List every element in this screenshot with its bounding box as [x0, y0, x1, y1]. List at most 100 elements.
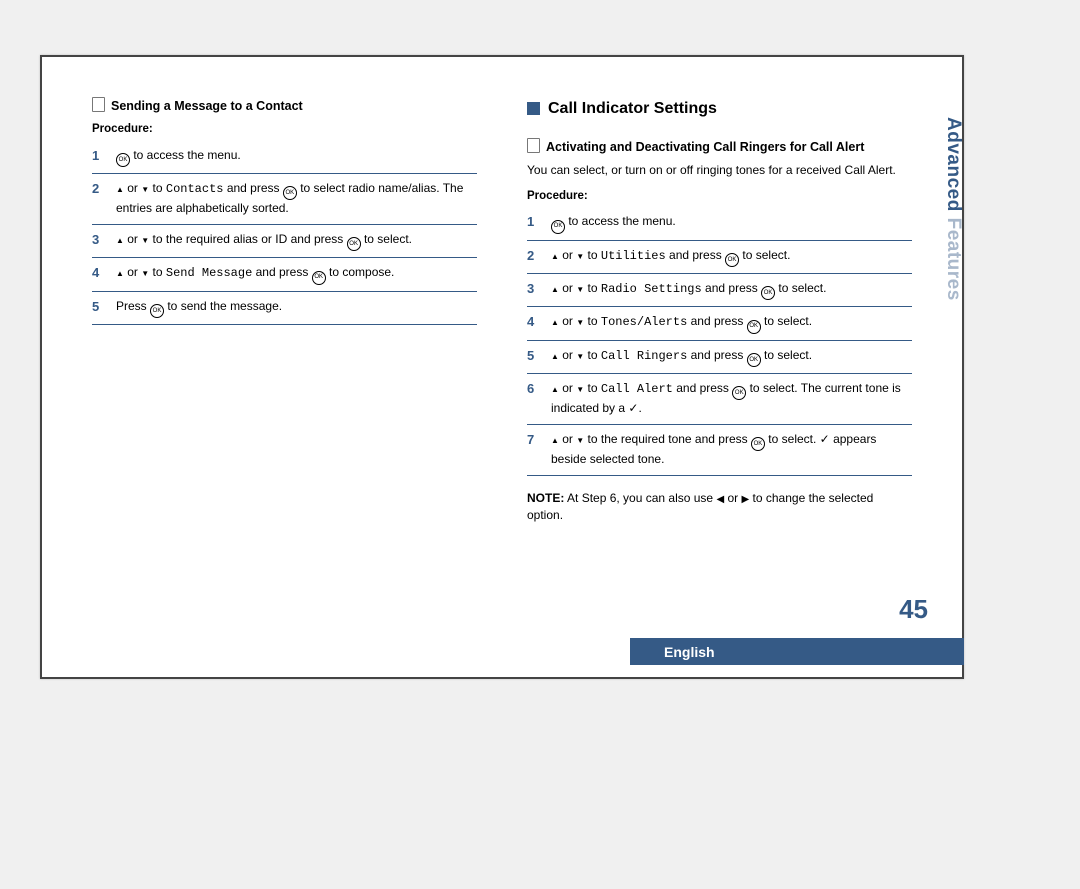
ok-icon: OK — [283, 186, 297, 200]
left-subheading: Sending a Message to a Contact — [92, 97, 477, 115]
step-number: 1 — [527, 213, 541, 232]
ok-icon: OK — [725, 253, 739, 267]
section-title-text: Call Indicator Settings — [548, 97, 717, 120]
check-icon — [820, 432, 830, 446]
note-block: NOTE: At Step 6, you can also use or to … — [527, 490, 912, 525]
step-body: or to Contacts and press OK to select ra… — [116, 180, 477, 218]
mono-text: Contacts — [166, 182, 224, 196]
procedure-step: 5 or to Call Ringers and press OK to sel… — [527, 341, 912, 374]
up-arrow-icon — [116, 232, 124, 246]
procedure-label: Procedure: — [92, 121, 477, 138]
side-tab-primary: Advanced — [943, 117, 964, 212]
step-body: or to Send Message and press OK to compo… — [116, 264, 477, 284]
left-arrow-icon — [716, 491, 724, 505]
mono-text: Tones/Alerts — [601, 315, 687, 329]
up-arrow-icon — [116, 181, 124, 195]
step-number: 4 — [92, 264, 106, 283]
step-number: 1 — [92, 147, 106, 166]
step-body: or to Radio Settings and press OK to sel… — [551, 280, 912, 300]
step-body: OK to access the menu. — [551, 213, 912, 233]
up-arrow-icon — [551, 348, 559, 362]
mono-text: Call Alert — [601, 382, 673, 396]
down-arrow-icon — [141, 265, 149, 279]
right-column: Call Indicator Settings Activating and D… — [527, 97, 912, 524]
document-icon — [92, 97, 105, 112]
procedure-step: 5Press OK to send the message. — [92, 292, 477, 325]
step-number: 6 — [527, 380, 541, 399]
page-number: 45 — [899, 594, 928, 625]
step-body: OK to access the menu. — [116, 147, 477, 167]
down-arrow-icon — [576, 348, 584, 362]
step-number: 5 — [527, 347, 541, 366]
manual-page: Sending a Message to a Contact Procedure… — [40, 55, 964, 679]
down-arrow-icon — [576, 314, 584, 328]
down-arrow-icon — [576, 281, 584, 295]
down-arrow-icon — [576, 248, 584, 262]
step-body: Press OK to send the message. — [116, 298, 477, 318]
procedure-step: 1 OK to access the menu. — [527, 207, 912, 240]
step-body: or to the required alias or ID and press… — [116, 231, 477, 251]
ok-icon: OK — [116, 153, 130, 167]
document-icon — [527, 138, 540, 153]
mono-text: Radio Settings — [601, 282, 702, 296]
procedure-step: 3 or to the required alias or ID and pre… — [92, 225, 477, 258]
procedure-step: 4 or to Send Message and press OK to com… — [92, 258, 477, 291]
content-columns: Sending a Message to a Contact Procedure… — [42, 57, 962, 534]
procedure-step: 2 or to Contacts and press OK to select … — [92, 174, 477, 225]
procedure-step: 2 or to Utilities and press OK to select… — [527, 241, 912, 274]
intro-text: You can select, or turn on or off ringin… — [527, 162, 912, 179]
right-subheading: Activating and Deactivating Call Ringers… — [527, 138, 912, 156]
step-number: 3 — [527, 280, 541, 299]
ok-icon: OK — [150, 304, 164, 318]
right-heading-text: Activating and Deactivating Call Ringers… — [546, 138, 864, 156]
check-icon — [628, 401, 638, 415]
procedure-label: Procedure: — [527, 188, 912, 205]
procedure-step: 4 or to Tones/Alerts and press OK to sel… — [527, 307, 912, 340]
step-body: or to Utilities and press OK to select. — [551, 247, 912, 267]
step-number: 7 — [527, 431, 541, 450]
down-arrow-icon — [141, 181, 149, 195]
procedure-step: 6 or to Call Alert and press OK to selec… — [527, 374, 912, 425]
note-body: At Step 6, you can also use or to change… — [527, 491, 873, 523]
side-tab: Advanced Features — [942, 117, 964, 301]
ok-icon: OK — [312, 271, 326, 285]
right-arrow-icon — [742, 491, 750, 505]
up-arrow-icon — [551, 381, 559, 395]
ok-icon: OK — [747, 353, 761, 367]
down-arrow-icon — [576, 381, 584, 395]
step-body: or to Call Alert and press OK to select.… — [551, 380, 912, 418]
procedure-step: 3 or to Radio Settings and press OK to s… — [527, 274, 912, 307]
right-steps: 1 OK to access the menu. 2 or to Utilities… — [527, 207, 912, 475]
step-body: or to Call Ringers and press OK to selec… — [551, 347, 912, 367]
section-marker-icon — [527, 102, 540, 115]
up-arrow-icon — [551, 248, 559, 262]
ok-icon: OK — [732, 386, 746, 400]
left-steps: 1 OK to access the menu. 2 or to Contacts … — [92, 141, 477, 325]
up-arrow-icon — [551, 314, 559, 328]
step-number: 4 — [527, 313, 541, 332]
procedure-step: 7 or to the required tone and press OK t… — [527, 425, 912, 476]
down-arrow-icon — [576, 432, 584, 446]
left-column: Sending a Message to a Contact Procedure… — [92, 97, 477, 524]
ok-icon: OK — [551, 220, 565, 234]
step-number: 2 — [92, 180, 106, 199]
ok-icon: OK — [761, 286, 775, 300]
language-bar: English — [630, 638, 964, 665]
section-title: Call Indicator Settings — [527, 97, 912, 120]
mono-text: Call Ringers — [601, 349, 687, 363]
language-label: English — [664, 644, 715, 660]
step-number: 2 — [527, 247, 541, 266]
up-arrow-icon — [551, 281, 559, 295]
side-tab-secondary: Features — [943, 212, 964, 301]
up-arrow-icon — [116, 265, 124, 279]
ok-icon: OK — [347, 237, 361, 251]
ok-icon: OK — [747, 320, 761, 334]
mono-text: Utilities — [601, 249, 666, 263]
ok-icon: OK — [751, 437, 765, 451]
up-arrow-icon — [551, 432, 559, 446]
note-label: NOTE: — [527, 491, 564, 505]
down-arrow-icon — [141, 232, 149, 246]
step-body: or to the required tone and press OK to … — [551, 431, 912, 469]
left-heading-text: Sending a Message to a Contact — [111, 97, 303, 115]
procedure-step: 1 OK to access the menu. — [92, 141, 477, 174]
